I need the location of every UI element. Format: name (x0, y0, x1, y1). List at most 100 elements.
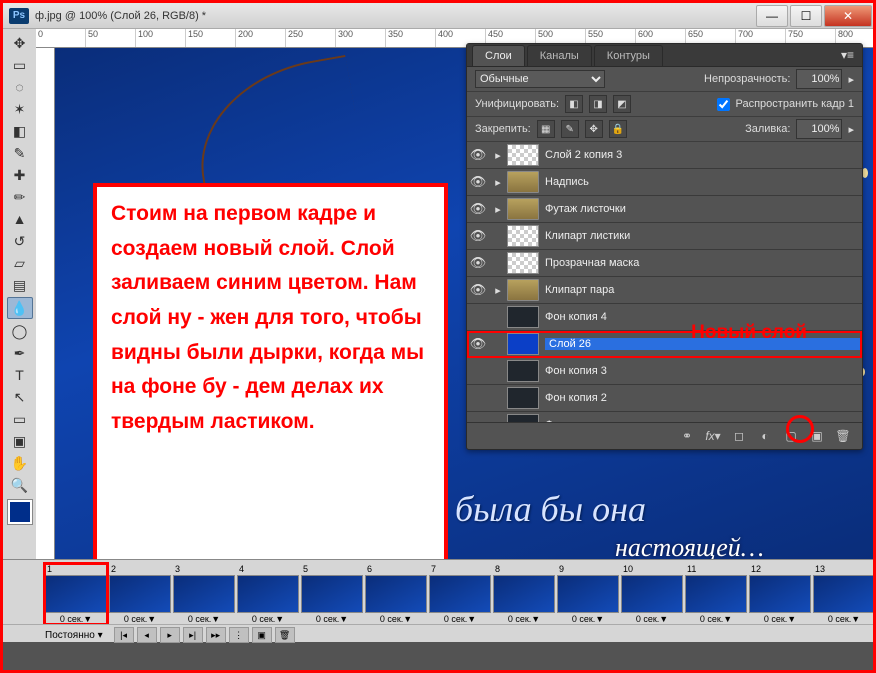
layer-name[interactable]: Футаж листочки (545, 203, 862, 215)
visibility-eye-icon[interactable]: 👁 (467, 336, 489, 352)
visibility-eye-icon[interactable]: 👁 (467, 174, 489, 190)
delete-frame-button[interactable]: 🗑 (275, 627, 295, 643)
timeline-frame[interactable]: 70 сек.▼ (429, 564, 491, 624)
lock-move-icon[interactable]: ✥ (585, 120, 603, 138)
timeline-frame[interactable]: 10 сек.▼ (45, 564, 107, 624)
timeline-frame[interactable]: 60 сек.▼ (365, 564, 427, 624)
layer-row[interactable]: 👁 Клипарт листики (467, 223, 862, 250)
unify-btn-2[interactable]: ◨ (589, 95, 607, 113)
prev-frame-button[interactable]: ◂ (137, 627, 157, 643)
frame-duration[interactable]: 0 сек.▼ (685, 613, 747, 624)
expand-arrow-icon[interactable]: ▸ (489, 203, 507, 216)
move-tool-icon[interactable]: ✥ (8, 33, 32, 53)
frame-duration[interactable]: 0 сек.▼ (749, 613, 811, 624)
play-button[interactable]: ▸ (160, 627, 180, 643)
history-brush-tool-icon[interactable]: ↺ (8, 231, 32, 251)
fill-input[interactable] (796, 119, 842, 139)
timeline-frame[interactable]: 100 сек.▼ (621, 564, 683, 624)
layer-row[interactable]: 👁Прозрачная маска (467, 250, 862, 277)
timeline-frame[interactable]: 20 сек.▼ (109, 564, 171, 624)
pen-tool-icon[interactable]: ✒ (8, 343, 32, 363)
type-tool-icon[interactable]: T (8, 365, 32, 385)
tab-paths[interactable]: Контуры (594, 45, 663, 66)
layer-name[interactable]: Фон копия (545, 419, 862, 422)
expand-arrow-icon[interactable]: ▸ (489, 149, 507, 162)
visibility-eye-icon[interactable]: 👁 (467, 147, 489, 163)
frame-duration[interactable]: 0 сек.▼ (45, 613, 107, 624)
layer-name[interactable]: Клипарт листики (545, 230, 862, 242)
maximize-button[interactable]: ☐ (790, 5, 822, 27)
hand-tool-icon[interactable]: ✋ (8, 453, 32, 473)
shape-tool-icon[interactable]: ▭ (8, 409, 32, 429)
propagate-checkbox[interactable] (717, 98, 730, 111)
visibility-eye-icon[interactable]: 👁 (467, 282, 489, 298)
foreground-color-swatch[interactable] (8, 500, 32, 524)
duplicate-frame-button[interactable]: ▣ (252, 627, 272, 643)
layer-row[interactable]: 👁▸ Клипарт пара (467, 277, 862, 304)
frame-duration[interactable]: 0 сек.▼ (813, 613, 873, 624)
loop-selector[interactable]: Постоянно ▾ (45, 630, 103, 641)
frame-duration[interactable]: 0 сек.▼ (365, 613, 427, 624)
healing-tool-icon[interactable]: ✚ (8, 165, 32, 185)
unify-btn-1[interactable]: ◧ (565, 95, 583, 113)
frame-duration[interactable]: 0 сек.▼ (621, 613, 683, 624)
stamp-tool-icon[interactable]: ▲ (8, 209, 32, 229)
next-frame-button[interactable]: ▸| (183, 627, 203, 643)
frame-duration[interactable]: 0 сек.▼ (109, 613, 171, 624)
new-layer-icon[interactable]: ▣ (806, 427, 828, 445)
trash-icon[interactable]: 🗑 (832, 427, 854, 445)
gradient-tool-icon[interactable]: ▤ (8, 275, 32, 295)
tween-button[interactable]: ⋮ (229, 627, 249, 643)
frame-duration[interactable]: 0 сек.▼ (429, 613, 491, 624)
layer-row[interactable]: 👁▸ Надпись (467, 169, 862, 196)
expand-arrow-icon[interactable]: ▸ (489, 284, 507, 297)
dodge-tool-icon[interactable]: ◯ (8, 321, 32, 341)
layer-row[interactable]: 👁▸ Слой 2 копия 3 (467, 142, 862, 169)
layer-row[interactable]: 👁▸ Футаж листочки (467, 196, 862, 223)
lasso-tool-icon[interactable]: ◌ (8, 77, 32, 97)
frame-duration[interactable]: 0 сек.▼ (173, 613, 235, 624)
visibility-eye-icon[interactable]: 👁 (467, 228, 489, 244)
timeline-frame[interactable]: 30 сек.▼ (173, 564, 235, 624)
minimize-button[interactable]: — (756, 5, 788, 27)
layer-row[interactable]: Фон копия 2 (467, 385, 862, 412)
adjustment-icon[interactable]: ◐ (754, 427, 776, 445)
timeline-frame[interactable]: 130 сек.▼ (813, 564, 873, 624)
brush-tool-icon[interactable]: ✏ (8, 187, 32, 207)
marquee-tool-icon[interactable]: ▭ (8, 55, 32, 75)
frame-duration[interactable]: 0 сек.▼ (493, 613, 555, 624)
visibility-eye-icon[interactable]: 👁 (467, 255, 489, 271)
tab-layers[interactable]: Слои (472, 45, 525, 66)
link-layers-icon[interactable]: ⚭ (676, 427, 698, 445)
timeline-frame[interactable]: 110 сек.▼ (685, 564, 747, 624)
timeline-frame[interactable]: 50 сек.▼ (301, 564, 363, 624)
expand-arrow-icon[interactable]: ▸ (489, 176, 507, 189)
panel-menu-icon[interactable]: ▾≡ (833, 44, 862, 66)
eyedropper-tool-icon[interactable]: ✎ (8, 143, 32, 163)
lock-trans-icon[interactable]: ▦ (537, 120, 555, 138)
eraser-tool-icon[interactable]: ▱ (8, 253, 32, 273)
path-tool-icon[interactable]: ↖ (8, 387, 32, 407)
layer-name[interactable]: Клипарт пара (545, 284, 862, 296)
unify-btn-3[interactable]: ◩ (613, 95, 631, 113)
layer-name[interactable]: Фон копия 3 (545, 365, 862, 377)
zoom-tool-icon[interactable]: 🔍 (8, 475, 32, 495)
layer-name[interactable]: Слой 2 копия 3 (545, 149, 862, 161)
close-button[interactable]: ✕ (824, 5, 872, 27)
layer-name[interactable]: Фон копия 2 (545, 392, 862, 404)
lock-all-icon[interactable]: 🔒 (609, 120, 627, 138)
layer-row[interactable]: Фон копия 3 (467, 358, 862, 385)
wand-tool-icon[interactable]: ✶ (8, 99, 32, 119)
first-frame-button[interactable]: |◂ (114, 627, 134, 643)
mask-icon[interactable]: ◻ (728, 427, 750, 445)
new-folder-icon[interactable]: ▢ (780, 427, 802, 445)
visibility-eye-icon[interactable]: 👁 (467, 201, 489, 217)
notes-tool-icon[interactable]: ▣ (8, 431, 32, 451)
frame-duration[interactable]: 0 сек.▼ (301, 613, 363, 624)
fill-slider-icon[interactable]: ▸ (848, 123, 854, 136)
layer-name[interactable]: Надпись (545, 176, 862, 188)
tab-channels[interactable]: Каналы (527, 45, 592, 66)
crop-tool-icon[interactable]: ◧ (8, 121, 32, 141)
opacity-input[interactable] (796, 69, 842, 89)
opacity-slider-icon[interactable]: ▸ (848, 73, 854, 86)
